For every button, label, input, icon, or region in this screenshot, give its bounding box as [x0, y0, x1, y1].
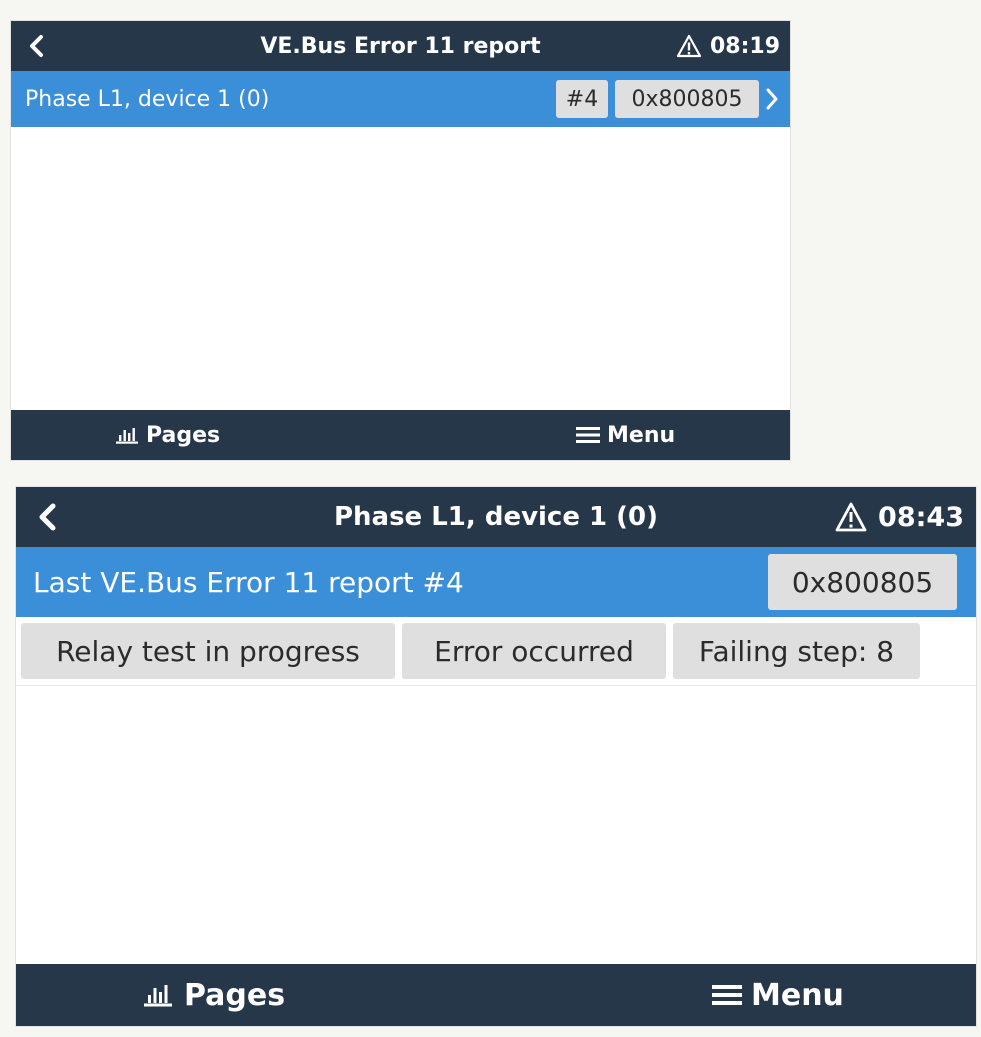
status-area: 08:43: [834, 487, 964, 547]
pages-label: Pages: [184, 977, 286, 1013]
error-code-badge: 0x800805: [768, 554, 957, 610]
error-report-row[interactable]: Last VE.Bus Error 11 report #4 0x800805: [16, 547, 976, 617]
warning-triangle-icon: [676, 34, 702, 58]
bottom-navigation: Pages Menu: [11, 410, 790, 460]
clock: 08:43: [878, 501, 964, 533]
menu-label: Menu: [751, 977, 844, 1013]
divider: [16, 685, 976, 686]
row-label: Last VE.Bus Error 11 report #4: [33, 565, 464, 599]
error-report-detail-screen: Phase L1, device 1 (0) 08:43 Last VE.Bus…: [15, 486, 977, 1027]
pages-button[interactable]: Pages: [116, 410, 220, 460]
error-code-badge: 0x800805: [615, 80, 759, 118]
status-chip-failing-step: Failing step: 8: [673, 623, 920, 679]
status-chip-error: Error occurred: [402, 623, 666, 679]
menu-button[interactable]: Menu: [576, 410, 675, 460]
clock: 08:19: [709, 33, 780, 59]
error-report-row[interactable]: Phase L1, device 1 (0) #4 0x800805: [11, 71, 790, 127]
title-bar: Phase L1, device 1 (0) 08:43: [16, 487, 976, 547]
page-title: VE.Bus Error 11 report: [260, 33, 541, 59]
row-label: Phase L1, device 1 (0): [25, 86, 270, 112]
page-title: Phase L1, device 1 (0): [333, 502, 659, 532]
hamburger-menu-icon: [576, 427, 600, 443]
menu-label: Menu: [607, 422, 676, 448]
hamburger-menu-icon: [712, 985, 742, 1005]
bottom-navigation: Pages Menu: [16, 964, 976, 1026]
warning-triangle-icon: [835, 502, 867, 532]
status-chip-relay-test: Relay test in progress: [21, 623, 395, 679]
error-report-list-screen: VE.Bus Error 11 report 08:19 Phase L1, d…: [10, 20, 791, 461]
chevron-right-icon: [766, 88, 778, 110]
menu-button[interactable]: Menu: [712, 964, 844, 1026]
title-bar: VE.Bus Error 11 report 08:19: [11, 21, 790, 71]
status-area: 08:19: [676, 21, 780, 71]
report-number-badge: #4: [556, 80, 608, 118]
pages-label: Pages: [146, 422, 221, 448]
pages-button[interactable]: Pages: [144, 964, 285, 1026]
bar-chart-icon: [144, 985, 172, 1007]
bar-chart-icon: [116, 428, 138, 444]
